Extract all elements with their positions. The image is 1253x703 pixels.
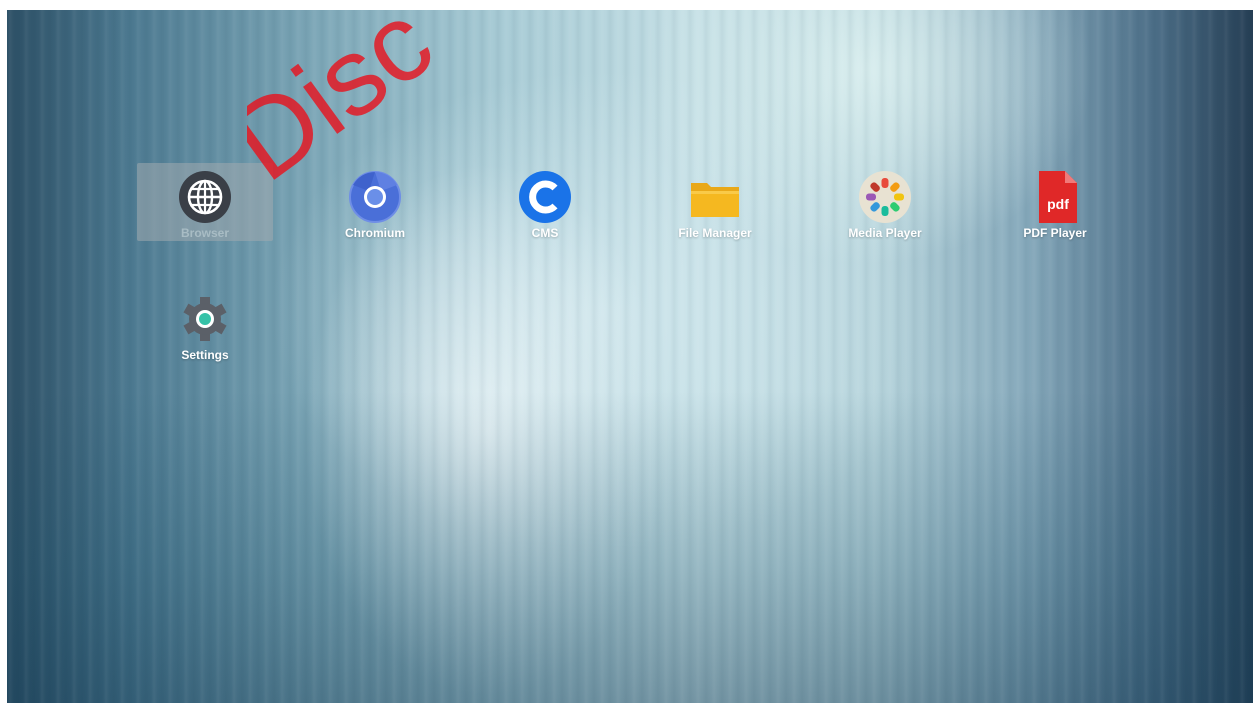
app-label-chromium: Chromium: [345, 226, 405, 240]
media-player-icon: [859, 171, 911, 223]
folder-icon: [691, 183, 739, 217]
app-label-browser: Browser: [180, 226, 230, 240]
app-label-settings: Settings: [181, 348, 229, 362]
app-cms[interactable]: CMS: [477, 163, 613, 241]
app-label-cms: CMS: [531, 226, 559, 240]
globe-icon: [179, 171, 231, 223]
cms-c-icon: [519, 171, 571, 223]
app-browser[interactable]: Browser: [137, 163, 273, 241]
app-label-file-manager: File Manager: [678, 226, 752, 240]
app-chromium[interactable]: Chromium: [307, 163, 443, 241]
app-label-pdf-player: PDF Player: [1023, 226, 1087, 240]
launcher-screen: Browser Chromium CMS File Manager Media …: [7, 10, 1253, 703]
chromium-icon: [349, 171, 401, 223]
app-pdf-player[interactable]: pdf PDF Player: [987, 163, 1123, 241]
pdf-icon: pdf: [1039, 171, 1077, 223]
app-media-player[interactable]: Media Player: [817, 163, 953, 241]
app-label-media-player: Media Player: [848, 226, 922, 240]
app-file-manager[interactable]: File Manager: [647, 163, 783, 241]
app-settings[interactable]: Settings: [137, 285, 273, 363]
pdf-icon-text: pdf: [1047, 196, 1069, 212]
gear-icon: [183, 297, 227, 341]
